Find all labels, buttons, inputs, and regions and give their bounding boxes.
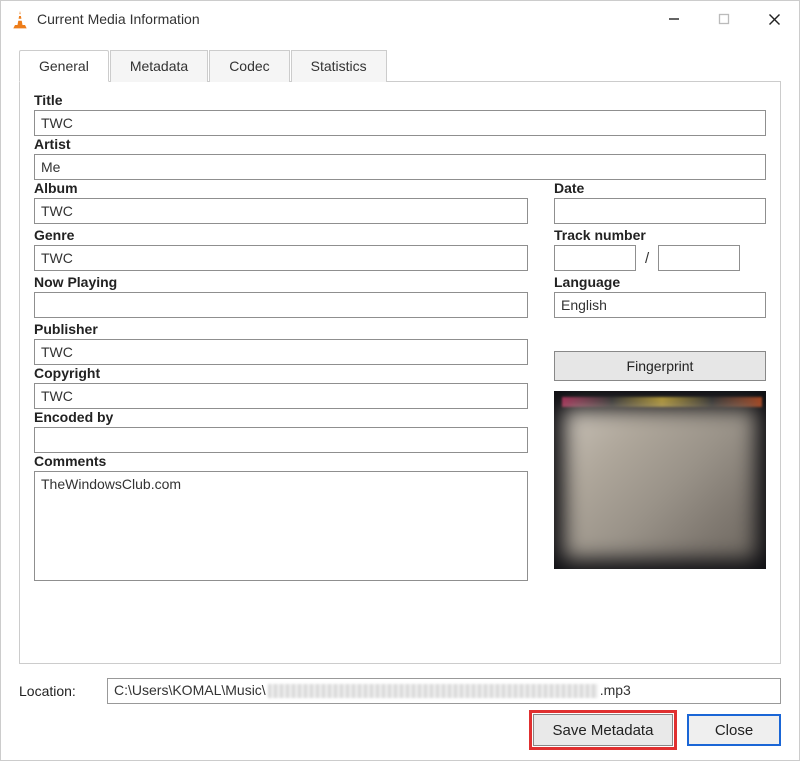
tab-general[interactable]: General	[19, 50, 109, 82]
date-input[interactable]	[554, 198, 766, 224]
comments-input[interactable]: TheWindowsClub.com	[34, 471, 528, 581]
publisher-input[interactable]	[34, 339, 528, 365]
artist-input[interactable]	[34, 154, 766, 180]
comments-label: Comments	[34, 453, 528, 469]
language-label: Language	[554, 274, 766, 290]
copyright-input[interactable]	[34, 383, 528, 409]
general-panel: Title Artist Album Date Genre	[19, 82, 781, 664]
close-window-button[interactable]	[749, 1, 799, 37]
track-total-input[interactable]	[658, 245, 740, 271]
title-label: Title	[34, 92, 766, 108]
genre-label: Genre	[34, 227, 528, 243]
location-obscured-segment	[268, 684, 598, 698]
date-label: Date	[554, 180, 766, 196]
fingerprint-button[interactable]: Fingerprint	[554, 351, 766, 381]
publisher-label: Publisher	[34, 321, 528, 337]
album-label: Album	[34, 180, 528, 196]
media-info-window: Current Media Information General Metada…	[0, 0, 800, 761]
window-controls	[649, 1, 799, 37]
titlebar: Current Media Information	[1, 1, 799, 37]
location-path-suffix: .mp3	[600, 682, 631, 698]
album-input[interactable]	[34, 198, 528, 224]
track-number-label: Track number	[554, 227, 766, 243]
tab-bar: General Metadata Codec Statistics	[19, 49, 781, 82]
album-art-preview	[554, 391, 766, 569]
location-path-prefix: C:\Users\KOMAL\Music\	[114, 682, 266, 698]
minimize-button[interactable]	[649, 1, 699, 37]
tab-codec[interactable]: Codec	[209, 50, 289, 82]
now-playing-label: Now Playing	[34, 274, 528, 290]
title-input[interactable]	[34, 110, 766, 136]
encoded-by-label: Encoded by	[34, 409, 528, 425]
location-bar: Location: C:\Users\KOMAL\Music\ .mp3	[1, 672, 799, 708]
vlc-cone-icon	[11, 10, 29, 28]
content-area: General Metadata Codec Statistics Title …	[1, 37, 799, 672]
location-input[interactable]: C:\Users\KOMAL\Music\ .mp3	[107, 678, 781, 704]
encoded-by-input[interactable]	[34, 427, 528, 453]
maximize-button[interactable]	[699, 1, 749, 37]
copyright-label: Copyright	[34, 365, 528, 381]
save-metadata-button[interactable]: Save Metadata	[533, 714, 673, 746]
language-input[interactable]	[554, 292, 766, 318]
now-playing-input[interactable]	[34, 292, 528, 318]
action-bar: Save Metadata Close	[1, 708, 799, 760]
track-separator: /	[642, 250, 652, 267]
tab-statistics[interactable]: Statistics	[291, 50, 387, 82]
close-button[interactable]: Close	[687, 714, 781, 746]
location-label: Location:	[19, 683, 97, 699]
tab-metadata[interactable]: Metadata	[110, 50, 208, 82]
window-title: Current Media Information	[37, 11, 649, 27]
genre-input[interactable]	[34, 245, 528, 271]
track-number-input[interactable]	[554, 245, 636, 271]
artist-label: Artist	[34, 136, 766, 152]
